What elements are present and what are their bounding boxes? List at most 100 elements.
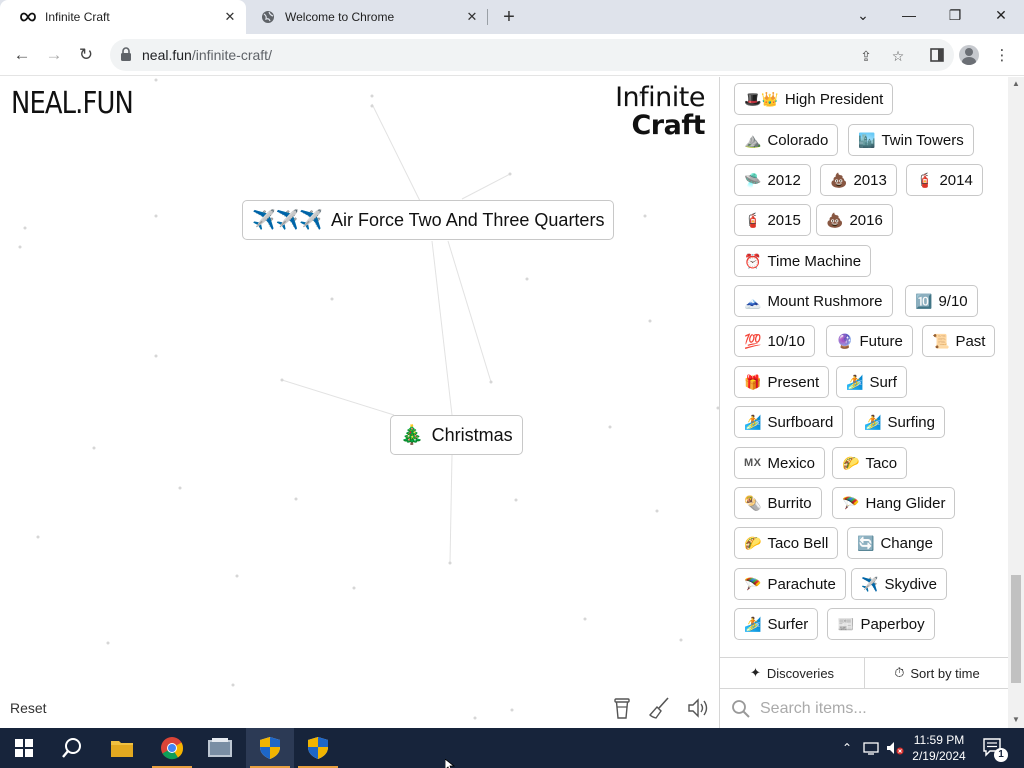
surfer-icon: 🏄 — [744, 414, 762, 430]
sidebar-item-surfing[interactable]: 🏄 Surfing — [854, 406, 945, 438]
sidebar-item-9-10[interactable]: 🔟 9/10 — [905, 285, 978, 317]
sidebar-item-hang-glider[interactable]: 🪂 Hang Glider — [832, 487, 956, 519]
close-tab-icon[interactable]: ✕ — [220, 7, 240, 27]
airplane-icon: ✈️✈️✈️ — [252, 209, 323, 231]
share-icon[interactable]: ⇪ — [856, 46, 876, 66]
sidebar-item-taco[interactable]: 🌮 Taco — [832, 447, 908, 479]
tab-welcome-to-chrome[interactable]: Welcome to Chrome ✕ — [250, 0, 488, 34]
restore-icon[interactable]: ❐ — [932, 0, 978, 30]
sidebar-item-future[interactable]: 🔮 Future — [826, 325, 913, 357]
cityscape-icon: 🏙️ — [858, 132, 876, 148]
side-panel-icon[interactable] — [926, 44, 948, 66]
browser-tab-strip: Infinite Craft ✕ Welcome to Chrome ✕ + ⌄… — [0, 0, 1024, 34]
sidebar-item-high-president[interactable]: 🎩👑 High President — [734, 83, 894, 115]
search-icon — [732, 700, 750, 718]
file-explorer-icon[interactable] — [98, 728, 146, 768]
broom-icon[interactable] — [647, 696, 671, 720]
tab-title: Welcome to Chrome — [285, 10, 395, 24]
scroll-icon: 📜 — [932, 333, 950, 349]
terminal-icon[interactable] — [196, 728, 244, 768]
sidebar-item-skydive[interactable]: ✈️ Skydive — [851, 568, 947, 600]
item-label: Taco — [865, 454, 898, 472]
sidebar-scrollbar[interactable]: ▲ ▼ — [1008, 77, 1024, 728]
sidebar-item-2015[interactable]: 🧯 2015 — [734, 204, 811, 236]
reset-button[interactable]: Reset — [10, 700, 47, 716]
scroll-down-arrow-icon[interactable]: ▼ — [1012, 715, 1020, 724]
reload-icon[interactable]: ↻ — [74, 43, 98, 67]
new-tab-plus-icon[interactable]: + — [498, 6, 520, 28]
canvas-element-air-force-two[interactable]: ✈️✈️✈️ Air Force Two And Three Quarters — [242, 200, 615, 240]
brand-line-2: Craft — [631, 110, 705, 141]
kebab-menu-icon[interactable]: ⋮ — [991, 44, 1013, 66]
item-label: 10/10 — [767, 332, 805, 350]
scroll-up-arrow-icon[interactable]: ▲ — [1012, 79, 1020, 88]
security-shield-icon[interactable] — [246, 728, 294, 768]
tab-title: Infinite Craft — [45, 10, 110, 24]
gift-icon: 🎁 — [744, 374, 762, 390]
sort-by-time-tab[interactable]: ⏱ Sort by time — [865, 658, 1009, 688]
network-icon[interactable] — [860, 728, 882, 768]
item-label: Colorado — [767, 131, 829, 149]
sidebar-item-twin-towers[interactable]: 🏙️ Twin Towers — [848, 124, 974, 156]
canvas-element-christmas[interactable]: 🎄 Christmas — [390, 415, 523, 455]
minimize-icon[interactable]: — — [886, 0, 932, 30]
lock-icon — [121, 47, 131, 61]
mountain-icon: 🗻 — [744, 293, 762, 309]
sidebar-item-parachute[interactable]: 🪂 Parachute — [734, 568, 846, 600]
profile-avatar-icon[interactable] — [959, 45, 979, 65]
item-label: Paperboy — [860, 615, 925, 633]
item-label: Hang Glider — [865, 494, 946, 512]
sidebar-item-2012[interactable]: 🛸 2012 — [734, 164, 811, 196]
windows-start-icon[interactable] — [0, 728, 48, 768]
bookmark-star-icon[interactable]: ☆ — [888, 46, 908, 66]
tab-infinite-craft[interactable]: Infinite Craft ✕ — [0, 0, 246, 34]
sidebar-item-surfboard[interactable]: 🏄 Surfboard — [734, 406, 844, 438]
search-icon[interactable] — [48, 728, 96, 768]
keycap-ten-icon: 🔟 — [915, 293, 933, 309]
clear-cup-icon[interactable] — [610, 696, 634, 720]
item-label: Surfer — [767, 615, 809, 633]
chrome-icon[interactable] — [148, 728, 196, 768]
sidebar-item-2016[interactable]: 💩 2016 — [816, 204, 893, 236]
sidebar-item-2013[interactable]: 💩 2013 — [820, 164, 897, 196]
browser-toolbar: ← → ↻ neal.fun/infinite-craft/ ⇪ ☆ ⋮ — [0, 34, 1024, 76]
sidebar-item-time-machine[interactable]: ⏰ Time Machine — [734, 245, 872, 277]
mx-text-icon: MX — [744, 456, 762, 469]
security-shield-icon[interactable] — [294, 728, 342, 768]
address-bar[interactable]: neal.fun/infinite-craft/ ⇪ ☆ — [110, 39, 954, 71]
forward-arrow-icon[interactable]: → — [42, 43, 66, 67]
clock-icon: ⏱ — [894, 665, 905, 680]
sidebar-item-taco-bell[interactable]: 🌮 Taco Bell — [734, 527, 839, 559]
craft-canvas[interactable]: NEAL.FUN Infinite Craft ✈️✈️✈️ Air Force… — [0, 77, 720, 728]
item-label: Change — [880, 534, 933, 552]
discoveries-tab[interactable]: ✦ Discoveries — [720, 658, 864, 688]
sidebar-item-change[interactable]: 🔄 Change — [847, 527, 943, 559]
airplane-icon: ✈️ — [861, 576, 879, 592]
neal-fun-logo[interactable]: NEAL.FUN — [11, 86, 134, 121]
sidebar-item-past[interactable]: 📜 Past — [922, 325, 996, 357]
item-label: 2015 — [767, 211, 801, 229]
close-tab-icon[interactable]: ✕ — [462, 7, 482, 27]
crystal-ball-icon: 🔮 — [836, 333, 854, 349]
tray-chevron-up-icon[interactable]: ⌃ — [838, 728, 856, 768]
sidebar-item-surf[interactable]: 🏄 Surf — [836, 366, 907, 398]
tab-search-chevron-icon[interactable]: ⌄ — [840, 0, 886, 30]
window-close-icon[interactable]: ✕ — [978, 0, 1024, 30]
taskbar-clock[interactable]: 11:59 PM 2/19/2024 — [900, 732, 978, 764]
scrollbar-thumb[interactable] — [1011, 575, 1021, 683]
cycle-arrows-icon: 🔄 — [857, 535, 875, 551]
sidebar-item-10-10[interactable]: 💯 10/10 — [734, 325, 815, 357]
mountain-icon: ⛰️ — [744, 132, 762, 148]
sidebar-item-paperboy[interactable]: 📰 Paperboy — [827, 608, 935, 640]
sidebar-item-colorado[interactable]: ⛰️ Colorado — [734, 124, 839, 156]
sidebar-item-2014[interactable]: 🧯 2014 — [906, 164, 983, 196]
speaker-icon[interactable] — [686, 696, 710, 720]
sidebar-item-present[interactable]: 🎁 Present — [734, 366, 830, 398]
sidebar-item-mount-rushmore[interactable]: 🗻 Mount Rushmore — [734, 285, 893, 317]
sidebar-item-burrito[interactable]: 🌯 Burrito — [734, 487, 822, 519]
item-label: 2012 — [767, 171, 801, 189]
sidebar-item-surfer[interactable]: 🏄 Surfer — [734, 608, 819, 640]
back-arrow-icon[interactable]: ← — [10, 43, 34, 67]
sidebar-item-mexico[interactable]: MX Mexico — [734, 447, 826, 479]
search-input[interactable] — [760, 695, 990, 723]
